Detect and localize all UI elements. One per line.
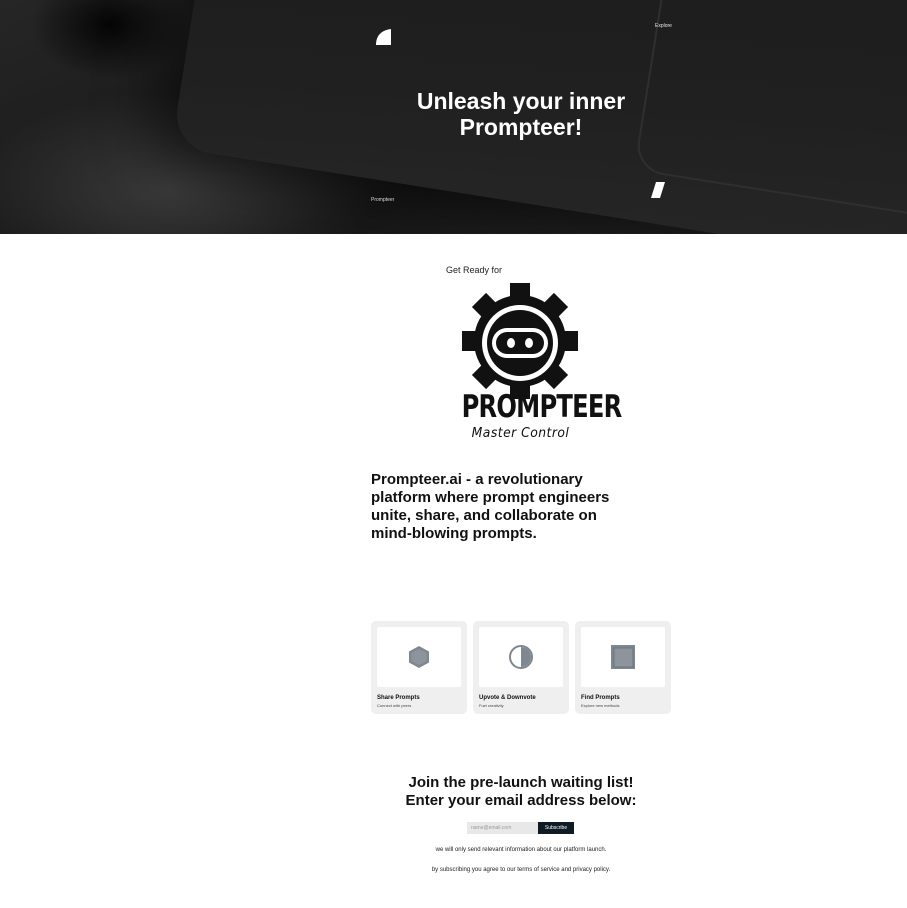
- get-ready-label: Get Ready for: [446, 265, 503, 275]
- feature-card-image: [581, 627, 665, 687]
- half-circle-icon: [509, 645, 533, 669]
- logo-tagline: Master Control: [471, 426, 570, 441]
- quarter-circle-icon: [376, 29, 391, 45]
- feature-card-find[interactable]: Find Prompts Explore new methods: [575, 621, 671, 714]
- waitlist-title-line2: Enter your email address below:: [405, 792, 637, 809]
- slanted-bar-icon: [651, 182, 665, 198]
- platform-description: Prompteer.ai - a revolutionary platform …: [371, 471, 610, 542]
- terms-note: by subscribing you agree to our terms of…: [431, 867, 611, 873]
- hero-brand-label: Prompteer: [371, 197, 395, 203]
- feature-card-title: Upvote & Downvote: [479, 695, 536, 701]
- hexagon-icon: [409, 646, 429, 668]
- nav-explore-link[interactable]: Explore: [655, 23, 672, 29]
- privacy-note: we will only send relevant information a…: [435, 847, 607, 853]
- feature-card-share[interactable]: Share Prompts Connect with peers: [371, 621, 467, 714]
- hero-section: Explore Unleash your inner Prompteer! Pr…: [0, 0, 907, 234]
- hero-title: Unleash your inner Prompteer!: [371, 88, 671, 140]
- feature-card-image: [377, 627, 461, 687]
- feature-card-vote[interactable]: Upvote & Downvote Fuel creativity: [473, 621, 569, 714]
- feature-cards: Share Prompts Connect with peers Upvote …: [371, 621, 671, 714]
- square-icon: [611, 645, 635, 669]
- waitlist-title-line1: Join the pre-launch waiting list!: [408, 774, 634, 791]
- feature-card-subtitle: Explore new methods: [581, 703, 620, 708]
- hero-background-shadow: [30, 0, 190, 80]
- email-input[interactable]: [467, 822, 538, 834]
- feature-card-title: Find Prompts: [581, 695, 620, 701]
- logo-wordmark: PROMPTEER: [461, 389, 623, 425]
- feature-card-subtitle: Connect with peers: [377, 703, 412, 708]
- feature-card-subtitle: Fuel creativity: [479, 703, 504, 708]
- feature-card-title: Share Prompts: [377, 695, 420, 701]
- hero-title-line1: Unleash your inner: [416, 88, 626, 114]
- hero-title-line2: Prompteer!: [459, 114, 583, 140]
- subscribe-button[interactable]: Subscribe: [538, 822, 574, 834]
- waitlist-title: Join the pre-launch waiting list! Enter …: [371, 774, 671, 810]
- feature-card-image: [479, 627, 563, 687]
